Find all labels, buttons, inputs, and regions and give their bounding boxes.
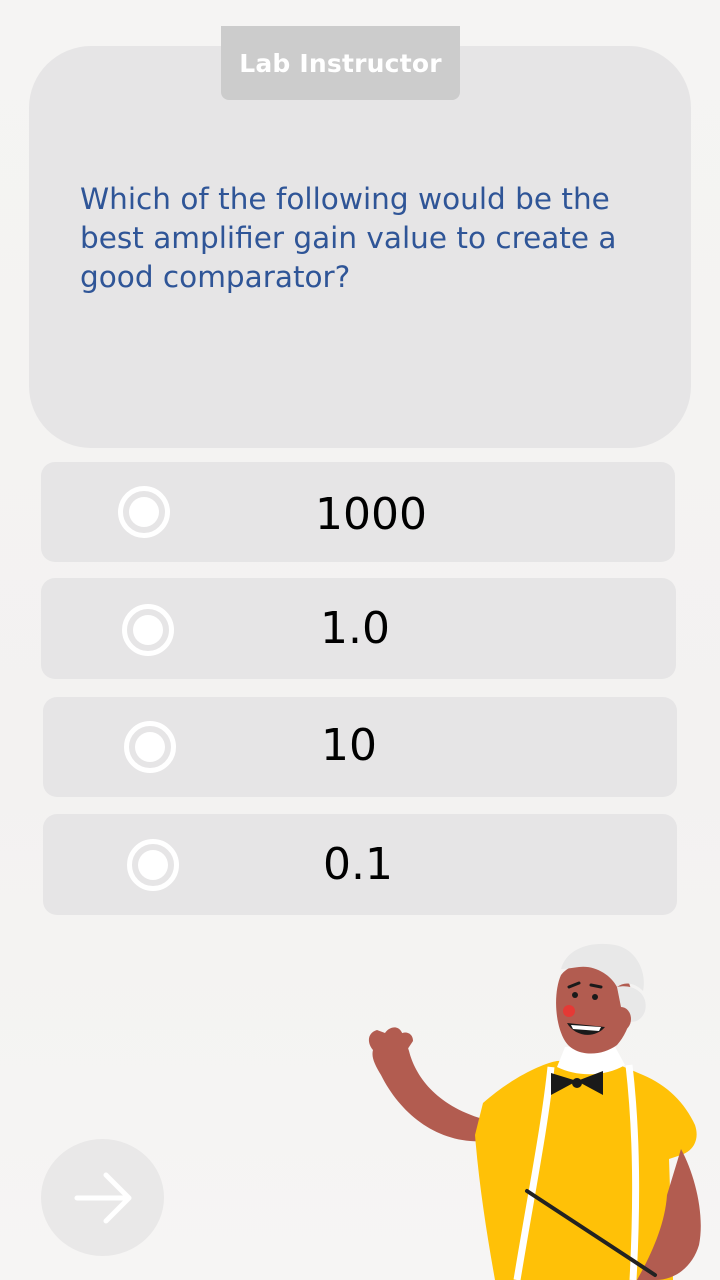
answer-option-label: 1000 bbox=[315, 489, 427, 540]
answer-option-4[interactable]: 0.1 bbox=[43, 814, 677, 915]
radio-button-icon[interactable] bbox=[124, 721, 176, 773]
answer-option-1[interactable]: 1000 bbox=[41, 462, 675, 562]
answer-option-label: 0.1 bbox=[323, 839, 393, 890]
radio-button-icon[interactable] bbox=[127, 839, 179, 891]
answer-option-label: 1.0 bbox=[320, 603, 390, 654]
answer-option-3[interactable]: 10 bbox=[43, 697, 677, 797]
answer-option-label: 10 bbox=[321, 720, 377, 771]
answer-option-2[interactable]: 1.0 bbox=[41, 578, 676, 679]
speaker-name-label: Lab Instructor bbox=[239, 48, 442, 78]
radio-button-icon[interactable] bbox=[118, 486, 170, 538]
instructor-illustration bbox=[368, 943, 701, 1280]
question-text: Which of the following would be the best… bbox=[80, 182, 617, 294]
arrow-right-icon bbox=[74, 1172, 132, 1224]
speaker-name-tab: Lab Instructor bbox=[221, 26, 460, 100]
next-button[interactable] bbox=[41, 1139, 164, 1256]
radio-button-icon[interactable] bbox=[122, 604, 174, 656]
